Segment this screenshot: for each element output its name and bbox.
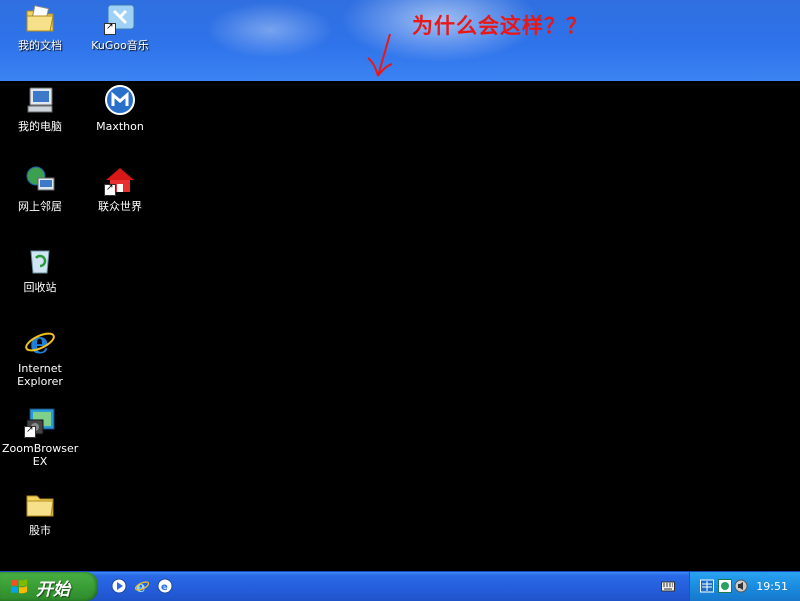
svg-text:e: e — [161, 582, 168, 593]
volume-tray-icon[interactable] — [734, 579, 748, 593]
recycle-bin-icon — [24, 245, 56, 277]
computer-icon — [24, 84, 56, 116]
annotation-text: 为什么会这样？？ — [412, 13, 588, 38]
svg-text:e: e — [30, 326, 49, 358]
ie-icon[interactable]: e — [134, 578, 150, 594]
folder-icon — [24, 488, 56, 520]
desktop-icon-my-documents[interactable]: 我的文档 — [2, 3, 78, 52]
shortcut-arrow-icon — [24, 424, 36, 438]
windows-flag-icon — [11, 579, 27, 594]
start-button[interactable]: 开始 — [0, 572, 98, 601]
desktop-icon-stocks[interactable]: 股市 — [2, 488, 78, 537]
media-player-icon[interactable] — [111, 578, 127, 594]
house-icon — [104, 164, 136, 196]
taskbar: 开始 e e 19:51 — [0, 571, 800, 601]
start-label: 开始 — [36, 580, 70, 600]
icon-label: 回收站 — [23, 281, 57, 294]
icon-label: Maxthon — [96, 120, 144, 133]
icon-label: Internet Explorer — [17, 362, 63, 388]
desktop-icon-my-computer[interactable]: 我的电脑 — [2, 84, 78, 133]
zoombrowser-icon — [24, 406, 56, 438]
network-tray-icon[interactable] — [700, 579, 714, 593]
browser-icon[interactable]: e — [157, 578, 173, 594]
shortcut-arrow-icon — [104, 182, 116, 196]
network-places-icon — [24, 164, 56, 196]
icon-label: 我的电脑 — [18, 120, 62, 133]
qq-tray-icon[interactable] — [718, 579, 732, 593]
desktop-icon-network[interactable]: 网上邻居 — [2, 164, 78, 213]
internet-explorer-icon: e — [24, 326, 56, 358]
icon-label: 网上邻居 — [18, 200, 62, 213]
black-screen-area — [0, 81, 800, 571]
icon-label: 联众世界 — [98, 200, 142, 213]
folder-documents-icon — [24, 3, 56, 35]
clock[interactable]: 19:51 — [756, 580, 788, 593]
desktop-icon-ie[interactable]: e Internet Explorer — [2, 326, 78, 388]
keyboard-icon[interactable] — [661, 580, 675, 592]
maxthon-icon — [104, 84, 136, 116]
desktop-icon-maxthon[interactable]: Maxthon — [82, 84, 158, 133]
system-tray: 19:51 — [689, 572, 800, 601]
icon-label: ZoomBrowser EX — [2, 442, 79, 468]
kugoo-icon — [104, 3, 136, 35]
icon-label: 我的文档 — [18, 39, 62, 52]
shortcut-arrow-icon — [104, 21, 116, 35]
annotation-arrow-icon — [367, 33, 393, 77]
icon-label: KuGoo音乐 — [91, 39, 149, 52]
desktop-icon-recycle-bin[interactable]: 回收站 — [2, 245, 78, 294]
icon-label: 股市 — [29, 524, 51, 537]
desktop-icon-zoombrowser[interactable]: ZoomBrowser EX — [2, 406, 78, 468]
desktop-icon-kugoo[interactable]: KuGoo音乐 — [82, 3, 158, 52]
svg-text:e: e — [136, 578, 146, 594]
desktop-icon-lianzhong[interactable]: 联众世界 — [82, 164, 158, 213]
